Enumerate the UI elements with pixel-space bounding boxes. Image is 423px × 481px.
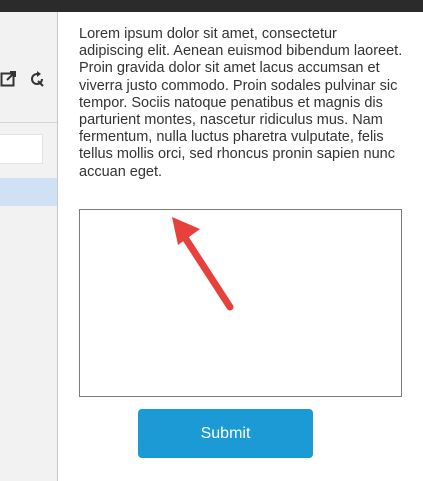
panel-toolbar bbox=[0, 66, 57, 106]
left-panel bbox=[0, 12, 58, 481]
open-external-icon[interactable] bbox=[0, 70, 18, 88]
submit-button[interactable]: Submit bbox=[138, 409, 313, 458]
refresh-icon[interactable] bbox=[28, 70, 46, 88]
top-bar bbox=[0, 0, 423, 12]
main-content: Lorem ipsum dolor sit amet, consectetur … bbox=[79, 26, 403, 181]
body-paragraph: Lorem ipsum dolor sit amet, consectetur … bbox=[79, 26, 403, 180]
comment-textarea[interactable] bbox=[79, 209, 402, 397]
filter-input[interactable] bbox=[0, 134, 43, 164]
panel-divider bbox=[0, 122, 57, 123]
selected-list-item[interactable] bbox=[0, 178, 57, 206]
